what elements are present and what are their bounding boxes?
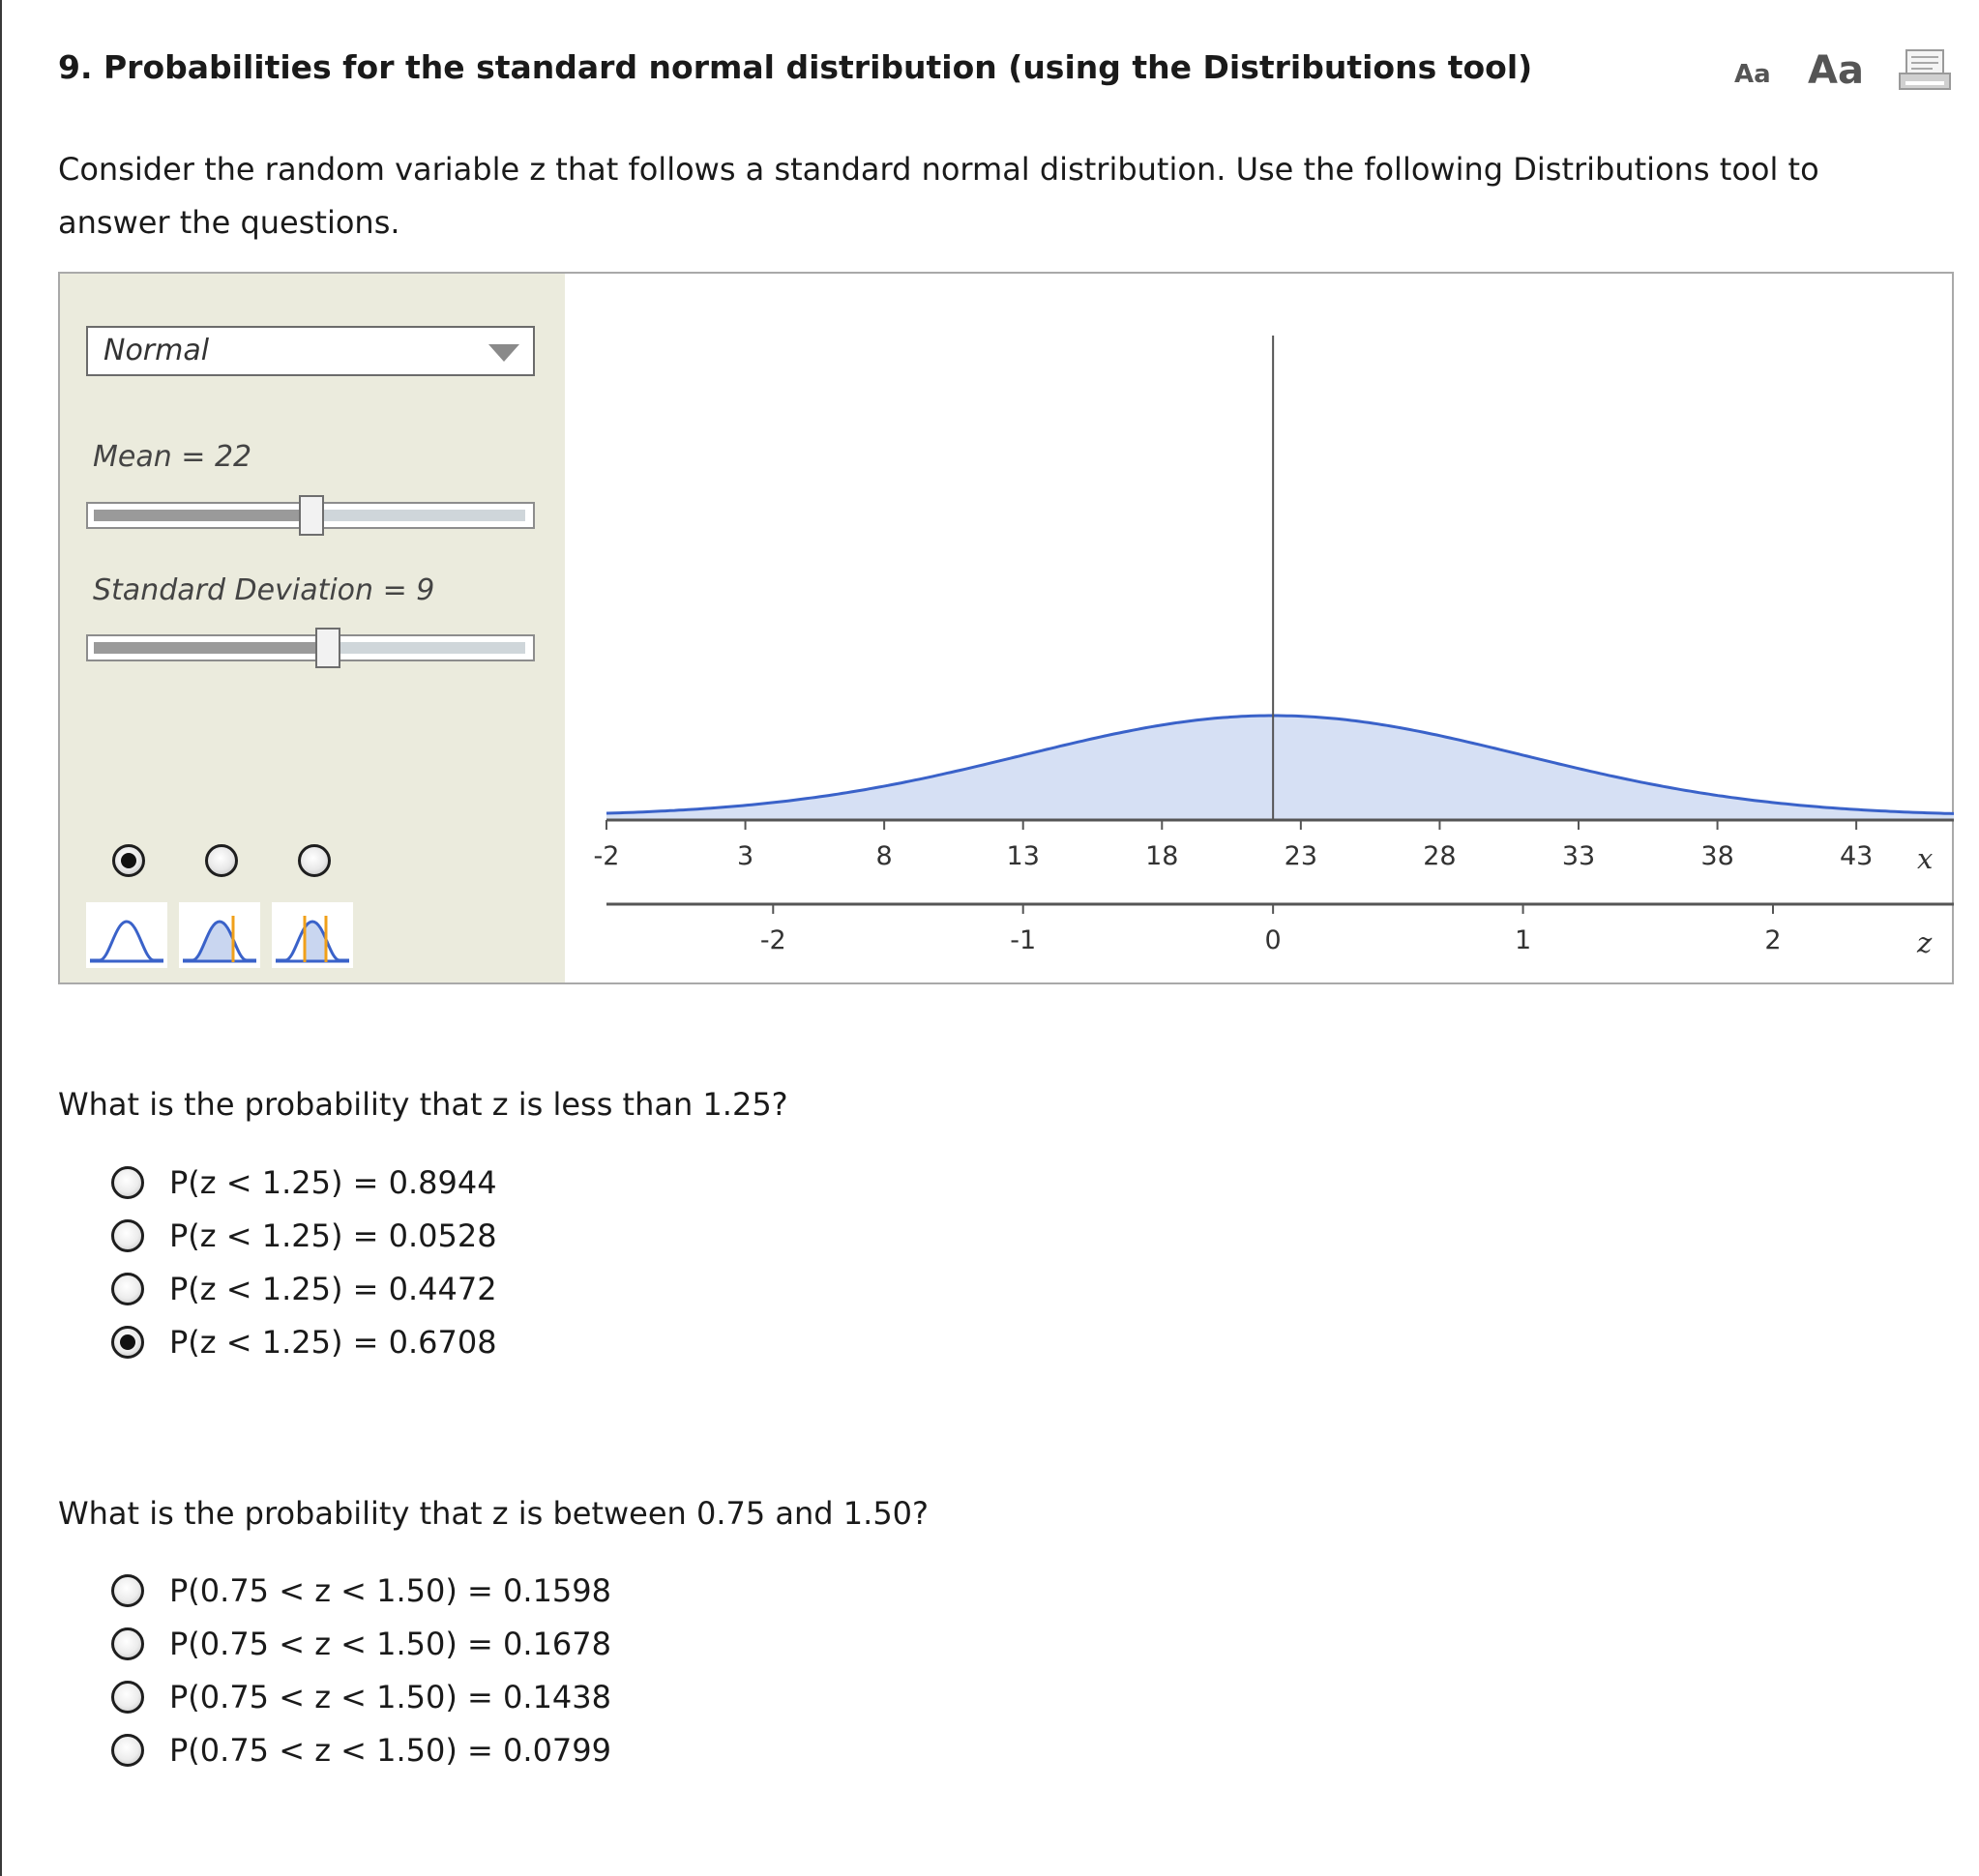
chevron-down-icon xyxy=(488,344,519,362)
question-1-option[interactable]: P(z < 1.25) = 0.8944 xyxy=(111,1161,497,1204)
x-tick-label: 43 xyxy=(1840,841,1873,871)
z-tick-label: 2 xyxy=(1764,925,1781,955)
distribution-chart-svg: -2 3 8 13 18 23 28 33 38 43 x -2 -1 0 1 2 z xyxy=(594,336,1954,959)
sd-slider-track xyxy=(322,642,525,654)
mode-one-cutoff-radio[interactable] xyxy=(205,844,238,877)
x-tick-label: -2 xyxy=(594,841,620,871)
x-tick-label: 3 xyxy=(737,841,753,871)
mean-label: Mean = 22 xyxy=(93,440,252,474)
mean-slider[interactable] xyxy=(86,495,535,536)
print-icon[interactable] xyxy=(1898,48,1952,93)
intro-text: Consider the random variable z that foll… xyxy=(58,151,1819,241)
x-axis-label: x xyxy=(1917,842,1933,875)
question-2-option[interactable]: P(0.75 < z < 1.50) = 0.1678 xyxy=(111,1623,611,1665)
distribution-select-value: Normal xyxy=(103,334,210,367)
option-label: P(0.75 < z < 1.50) = 0.1438 xyxy=(169,1679,611,1715)
sd-label: Standard Deviation = 9 xyxy=(93,573,435,607)
mean-slider-track xyxy=(307,510,525,521)
question-1-option[interactable]: P(z < 1.25) = 0.0528 xyxy=(111,1215,497,1257)
page-left-border xyxy=(0,0,2,1876)
option-label: P(z < 1.25) = 0.6708 xyxy=(169,1324,497,1361)
x-tick-label: 18 xyxy=(1145,841,1178,871)
distribution-select[interactable]: Normal xyxy=(86,326,535,376)
bell-curve-two-cutoffs-icon[interactable] xyxy=(272,902,353,968)
x-tick-label: 33 xyxy=(1562,841,1595,871)
question-2-option[interactable]: P(0.75 < z < 1.50) = 0.1438 xyxy=(111,1676,611,1718)
z-tick-label: 0 xyxy=(1265,925,1282,955)
question-1-option-1-radio[interactable] xyxy=(111,1166,144,1199)
question-2-option-3-radio[interactable] xyxy=(111,1681,144,1714)
font-size-small-button[interactable]: Aa xyxy=(1734,60,1771,89)
distribution-plot: -2 3 8 13 18 23 28 33 38 43 x -2 -1 0 1 2 z xyxy=(565,274,1954,982)
question-2-option-4-radio[interactable] xyxy=(111,1734,144,1767)
tool-control-panel: Normal Mean = 22 Standard Deviation = 9 xyxy=(60,274,565,982)
question-1-option-2-radio[interactable] xyxy=(111,1219,144,1252)
option-label: P(0.75 < z < 1.50) = 0.1598 xyxy=(169,1572,611,1609)
mode-full-curve-radio[interactable] xyxy=(112,844,145,877)
mean-slider-fill xyxy=(94,510,307,521)
curve-area xyxy=(606,716,1954,820)
question-2-option[interactable]: P(0.75 < z < 1.50) = 0.0799 xyxy=(111,1729,611,1772)
mean-slider-thumb[interactable] xyxy=(299,495,324,536)
question-1-prompt: What is the probability that z is less t… xyxy=(58,1086,788,1123)
bell-curve-one-cutoff-icon[interactable] xyxy=(179,902,260,968)
sd-slider[interactable] xyxy=(86,628,535,668)
distributions-tool: Normal Mean = 22 Standard Deviation = 9 xyxy=(58,272,1954,984)
x-tick-label: 38 xyxy=(1700,841,1733,871)
question-1-option-3-radio[interactable] xyxy=(111,1273,144,1305)
question-1-option-4-radio[interactable] xyxy=(111,1326,144,1359)
font-size-large-button[interactable]: Aa xyxy=(1808,48,1864,93)
z-axis-label: z xyxy=(1916,926,1933,959)
x-tick-label: 23 xyxy=(1285,841,1317,871)
x-tick-label: 13 xyxy=(1007,841,1040,871)
z-tick-label: -1 xyxy=(1010,925,1036,955)
mode-two-cutoffs-radio[interactable] xyxy=(298,844,331,877)
z-axis: -2 -1 0 1 2 z xyxy=(606,902,1954,959)
x-tick-label: 28 xyxy=(1423,841,1456,871)
question-1-option[interactable]: P(z < 1.25) = 0.4472 xyxy=(111,1268,497,1310)
question-2-option[interactable]: P(0.75 < z < 1.50) = 0.1598 xyxy=(111,1569,611,1612)
option-label: P(z < 1.25) = 0.0528 xyxy=(169,1217,497,1254)
option-label: P(0.75 < z < 1.50) = 0.1678 xyxy=(169,1626,611,1662)
sd-slider-fill xyxy=(94,642,322,654)
option-label: P(z < 1.25) = 0.4472 xyxy=(169,1271,497,1307)
x-tick-label: 8 xyxy=(876,841,893,871)
question-1-option[interactable]: P(z < 1.25) = 0.6708 xyxy=(111,1321,497,1363)
option-label: P(z < 1.25) = 0.8944 xyxy=(169,1164,497,1201)
x-axis: -2 3 8 13 18 23 28 33 38 43 x xyxy=(594,818,1954,875)
question-2-option-2-radio[interactable] xyxy=(111,1627,144,1660)
z-tick-label: 1 xyxy=(1515,925,1531,955)
option-label: P(0.75 < z < 1.50) = 0.0799 xyxy=(169,1732,611,1769)
question-2-option-1-radio[interactable] xyxy=(111,1574,144,1607)
sd-slider-thumb[interactable] xyxy=(315,628,340,668)
question-2-prompt: What is the probability that z is betwee… xyxy=(58,1495,930,1532)
z-tick-label: -2 xyxy=(760,925,786,955)
bell-curve-icon[interactable] xyxy=(86,902,167,968)
question-title: 9. Probabilities for the standard normal… xyxy=(58,48,1533,86)
